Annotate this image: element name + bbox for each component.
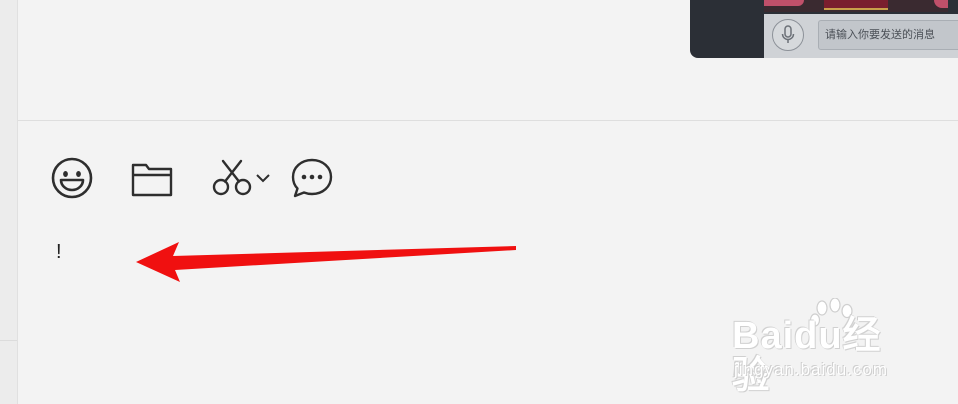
emoji-icon: [50, 156, 94, 200]
screenshot-button[interactable]: [210, 156, 254, 200]
image-message-input: 请输入你要发送的消息: [818, 20, 958, 50]
banner-decoration: [764, 0, 804, 6]
banner-decoration: [824, 0, 888, 10]
emoji-button[interactable]: [50, 156, 94, 200]
left-panel-divider: [0, 340, 17, 341]
scissors-icon: [210, 156, 254, 200]
folder-icon: [130, 156, 174, 200]
chat-image-message[interactable]: 请输入你要发送的消息: [690, 0, 958, 58]
banner-decoration: [934, 0, 948, 8]
microphone-icon: [772, 19, 804, 51]
left-panel-edge: [0, 0, 18, 404]
annotation-arrow: [136, 242, 516, 282]
baidu-watermark: Baidu经验 jingyan.baidu.com: [732, 298, 912, 396]
chat-bubble-icon: [290, 156, 334, 200]
chevron-down-icon: [255, 172, 271, 184]
screenshot-options-dropdown[interactable]: [254, 156, 272, 200]
watermark-url: jingyan.baidu.com: [734, 360, 889, 379]
composer-divider: [18, 120, 958, 121]
image-input-bar: 请输入你要发送的消息: [764, 14, 958, 58]
watermark-brand: Baidu经验: [732, 315, 882, 397]
send-file-button[interactable]: [130, 156, 174, 200]
chat-history-button[interactable]: [290, 156, 334, 200]
image-banner: [764, 0, 948, 12]
